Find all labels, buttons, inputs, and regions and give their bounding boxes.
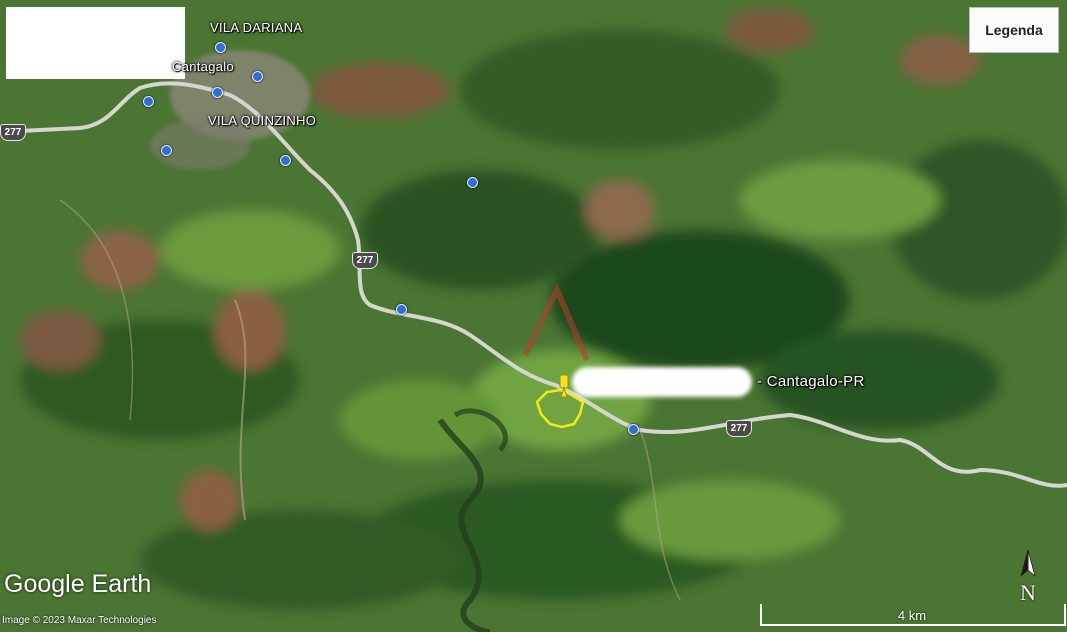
place-label-vila-dariana: VILA DARIANA: [210, 20, 303, 35]
north-arrow-icon: [1020, 549, 1036, 578]
poi-marker-icon[interactable]: [212, 87, 223, 98]
placemark-pin-icon[interactable]: [552, 373, 576, 399]
satellite-map[interactable]: [0, 0, 1067, 632]
poi-marker-icon[interactable]: [143, 96, 154, 107]
property-label: - Cantagalo-PR: [757, 373, 865, 390]
poi-marker-icon[interactable]: [396, 304, 407, 315]
place-label-cantagalo: Cantagalo: [172, 59, 234, 74]
highway-shield-icon: 277: [352, 252, 378, 269]
north-label: N: [1020, 580, 1036, 605]
poi-marker-icon[interactable]: [161, 145, 172, 156]
poi-marker-icon[interactable]: [215, 42, 226, 53]
highway-shield-icon: 277: [726, 420, 752, 437]
legend-button[interactable]: Legenda: [969, 7, 1059, 53]
place-label-vila-quinzinho: VILA QUINZINHO: [208, 113, 317, 128]
google-earth-logo: Google Earth: [4, 570, 152, 598]
imagery-credit: Image © 2023 Maxar Technologies: [2, 615, 157, 626]
north-arrow: N: [1013, 548, 1043, 606]
poi-marker-icon[interactable]: [628, 424, 639, 435]
redaction-property-name: [572, 367, 752, 397]
redaction-top-left: [6, 7, 185, 79]
poi-marker-icon[interactable]: [280, 155, 291, 166]
scale-bar: 4 km: [760, 604, 1066, 626]
poi-marker-icon[interactable]: [467, 177, 478, 188]
highway-shield-icon: 277: [0, 124, 26, 141]
scale-label: 4 km: [897, 608, 927, 623]
poi-marker-icon[interactable]: [252, 71, 263, 82]
